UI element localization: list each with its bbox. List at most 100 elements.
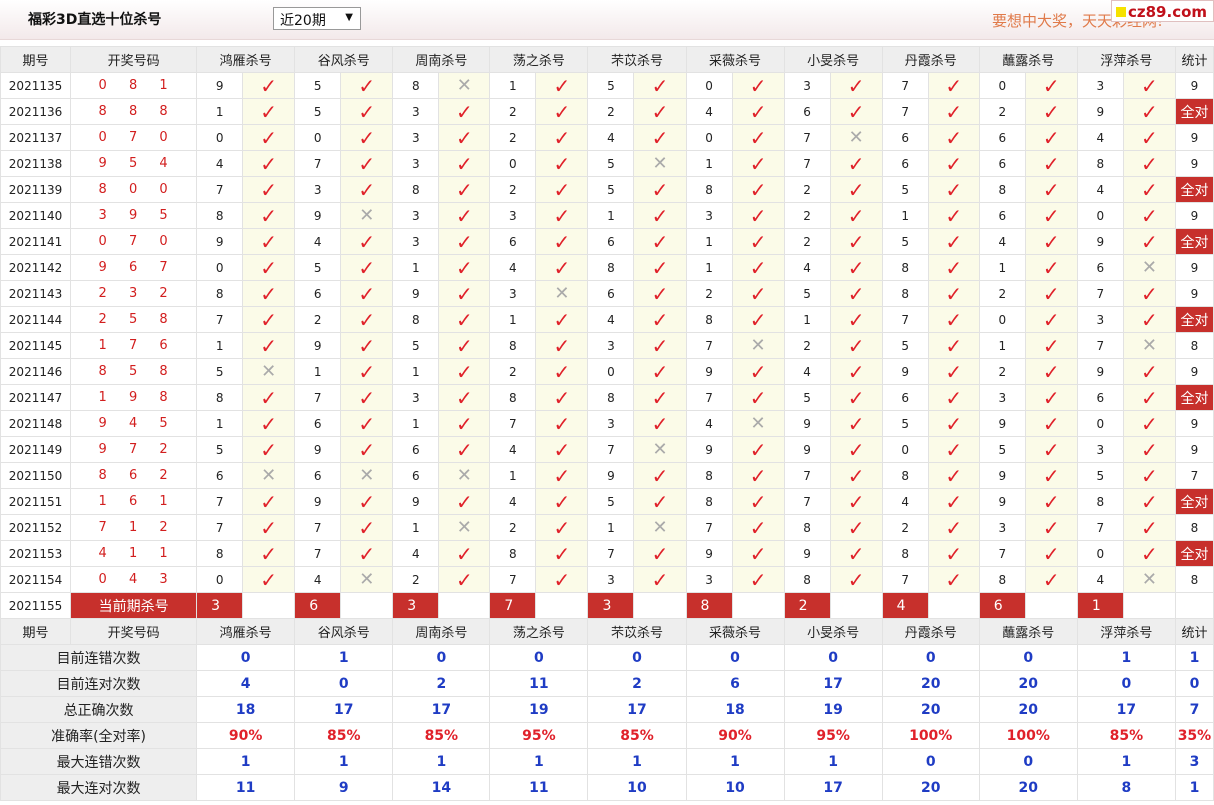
check-icon: ✓ — [749, 255, 767, 280]
table-row: 2021153 4 1 1 8 ✓ 7 ✓ 4 ✓ 8 ✓ 7 ✓ 9 ✓ 9 ✓ 8 ✓ 7 ✓ 0 ✓ 全对 — [0, 540, 1214, 567]
check-icon: ✓ — [749, 359, 767, 384]
kill-number-cell: 1 — [489, 306, 537, 333]
kill-number-cell: 9 — [294, 436, 342, 463]
table-row: 2021138 9 5 4 4 ✓ 7 ✓ 3 ✓ 0 ✓ 5 ✕ 1 ✓ 7 ✓ 6 ✓ 6 ✓ 8 ✓ 9 — [0, 150, 1214, 177]
cross-icon: ✕ — [261, 464, 277, 486]
stats-value-cell: 6 — [685, 670, 785, 697]
stats-cell: 9 — [1174, 124, 1214, 151]
period-cell: 2021154 — [0, 566, 72, 593]
check-icon: ✓ — [1141, 73, 1158, 98]
check-icon: ✓ — [1141, 281, 1158, 306]
header-expert: 采薇杀号 — [685, 618, 785, 645]
header-expert: 周南杀号 — [392, 618, 491, 645]
kill-number-cell: 8 — [489, 332, 537, 359]
result-cell: ✓ — [633, 566, 687, 593]
check-icon: ✓ — [945, 463, 963, 488]
current-empty-cell — [829, 592, 883, 619]
kill-number-cell: 2 — [783, 228, 831, 255]
kill-number-cell: 8 — [587, 384, 635, 411]
check-icon: ✓ — [553, 567, 571, 592]
result-cell: ✓ — [927, 176, 980, 203]
cross-icon: ✕ — [750, 412, 766, 434]
result-cell: ✓ — [633, 280, 687, 307]
result-cell: ✕ — [731, 410, 785, 437]
header-expert: 小旻杀号 — [783, 618, 883, 645]
kill-number-cell: 8 — [1076, 488, 1124, 515]
check-icon: ✓ — [1141, 437, 1158, 462]
check-icon: ✓ — [651, 359, 669, 384]
result-cell: ✓ — [340, 98, 394, 125]
header-expert: 芣苡杀号 — [587, 46, 687, 73]
header-expert: 采薇杀号 — [685, 46, 785, 73]
result-cell: ✓ — [829, 228, 883, 255]
result-cell: ✓ — [340, 176, 394, 203]
draw-number-cell: 8 8 8 — [70, 98, 198, 125]
kill-number-cell: 4 — [294, 228, 342, 255]
header-expert: 小旻杀号 — [783, 46, 883, 73]
result-cell: ✓ — [731, 254, 785, 281]
stats-value-cell: 0 — [392, 644, 491, 671]
result-cell: ✓ — [242, 384, 296, 411]
check-icon: ✓ — [945, 333, 963, 358]
check-icon: ✓ — [749, 437, 767, 462]
stats-value-cell: 2 — [587, 670, 687, 697]
check-icon: ✓ — [1141, 99, 1158, 124]
stats-cell: 9 — [1174, 358, 1214, 385]
result-cell: ✓ — [633, 332, 687, 359]
stats-value-cell: 10 — [685, 774, 785, 801]
table-row: 2021143 2 3 2 8 ✓ 6 ✓ 9 ✓ 3 ✕ 6 ✓ 2 ✓ 5 ✓ 8 ✓ 2 ✓ 7 ✓ 9 — [0, 280, 1214, 307]
kill-number-cell: 7 — [783, 462, 831, 489]
result-cell: ✕ — [340, 462, 394, 489]
result-cell: ✓ — [340, 72, 394, 99]
result-cell: ✓ — [1024, 306, 1078, 333]
kill-number-cell: 1 — [392, 358, 440, 385]
kill-number-cell: 2 — [978, 98, 1026, 125]
result-cell: ✕ — [242, 358, 296, 385]
range-select[interactable]: 近20期 ▼ — [273, 7, 361, 30]
kill-number-cell: 4 — [881, 488, 929, 515]
kill-number-cell: 0 — [881, 436, 929, 463]
site-badge[interactable]: cz89.com — [1111, 0, 1214, 22]
kill-number-cell: 3 — [1076, 436, 1124, 463]
stats-value-cell: 100% — [881, 722, 980, 749]
kill-number-cell: 7 — [685, 384, 733, 411]
kill-number-cell: 8 — [783, 514, 831, 541]
draw-number-cell: 0 7 0 — [70, 124, 198, 151]
result-cell: ✓ — [633, 254, 687, 281]
result-cell: ✓ — [438, 280, 491, 307]
table-row: 2021137 0 7 0 0 ✓ 0 ✓ 3 ✓ 2 ✓ 4 ✓ 0 ✓ 7 ✕ 6 ✓ 6 ✓ 4 ✓ 9 — [0, 124, 1214, 151]
result-cell: ✕ — [1122, 254, 1176, 281]
kill-number-cell: 1 — [196, 98, 244, 125]
draw-number-cell: 0 4 3 — [70, 566, 198, 593]
result-cell: ✕ — [535, 280, 589, 307]
stats-value-cell: 0 — [783, 644, 883, 671]
period-cell: 2021140 — [0, 202, 72, 229]
kill-number-cell: 0 — [196, 124, 244, 151]
kill-number-cell: 1 — [392, 254, 440, 281]
check-icon: ✓ — [1042, 567, 1060, 592]
kill-number-cell: 4 — [1076, 176, 1124, 203]
kill-number-cell: 9 — [685, 540, 733, 567]
result-cell: ✓ — [438, 540, 491, 567]
result-cell: ✓ — [340, 358, 394, 385]
check-icon: ✓ — [553, 437, 571, 462]
kill-number-cell: 2 — [489, 176, 537, 203]
result-cell: ✓ — [927, 566, 980, 593]
check-icon: ✓ — [1141, 229, 1158, 254]
check-icon: ✓ — [1141, 125, 1158, 150]
table-row: 2021139 8 0 0 7 ✓ 3 ✓ 8 ✓ 2 ✓ 5 ✓ 8 ✓ 2 ✓ 5 ✓ 8 ✓ 4 ✓ 全对 — [0, 176, 1214, 203]
stats-value-cell: 17 — [1076, 696, 1176, 723]
result-cell: ✓ — [633, 228, 687, 255]
result-cell: ✓ — [927, 462, 980, 489]
check-icon: ✓ — [358, 73, 376, 98]
stats-cell: 全对 — [1174, 384, 1214, 411]
result-cell: ✕ — [633, 514, 687, 541]
stats-value-cell: 95% — [489, 722, 589, 749]
result-cell: ✓ — [829, 540, 883, 567]
check-icon: ✓ — [455, 177, 473, 202]
stats-cell: 8 — [1174, 514, 1214, 541]
result-cell: ✓ — [438, 124, 491, 151]
check-icon: ✓ — [1042, 307, 1060, 332]
check-icon: ✓ — [1141, 151, 1158, 176]
check-icon: ✓ — [358, 99, 376, 124]
